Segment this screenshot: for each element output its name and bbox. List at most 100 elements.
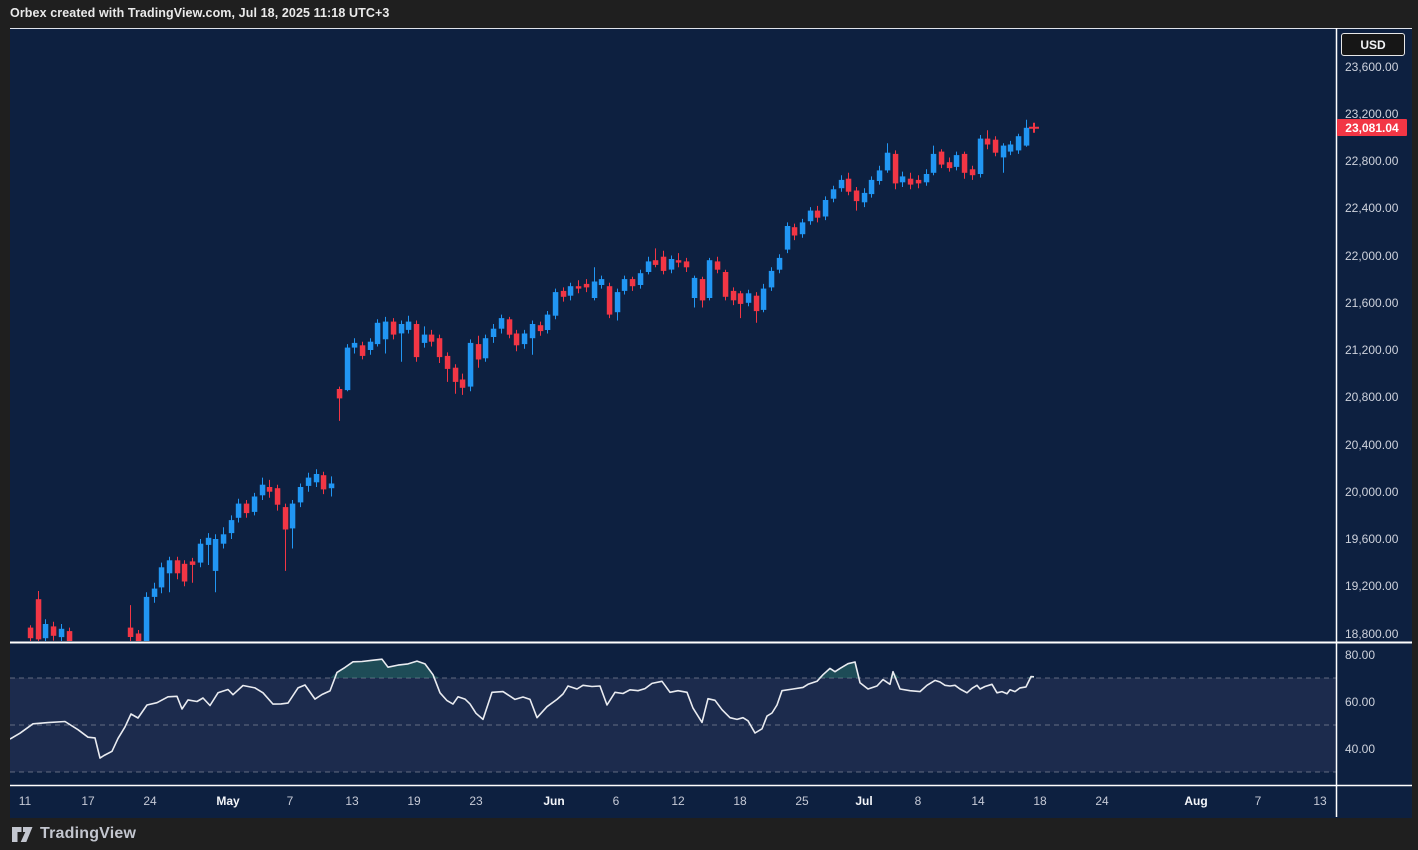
candle-body xyxy=(738,293,744,304)
candle-body xyxy=(545,315,551,330)
candle-body xyxy=(815,211,821,218)
candle-body xyxy=(514,334,520,346)
candle-body xyxy=(236,504,242,518)
candle-body xyxy=(360,345,366,356)
candle-body xyxy=(947,162,953,168)
candle-body xyxy=(599,279,605,285)
candle-body xyxy=(252,497,257,512)
candle-body xyxy=(761,289,767,310)
time-tick-label: 25 xyxy=(795,794,808,808)
candle-body xyxy=(275,488,281,505)
candle-body xyxy=(700,279,706,300)
candle-body xyxy=(244,504,250,513)
time-tick-label: 13 xyxy=(1313,794,1326,808)
candle-body xyxy=(406,322,412,330)
candle-body xyxy=(785,226,791,250)
candle-body xyxy=(213,539,219,571)
rsi-tick-label: 40.00 xyxy=(1345,742,1375,756)
candle-body xyxy=(298,487,304,502)
candle-body xyxy=(159,567,165,587)
last-price-marker xyxy=(1029,123,1039,133)
price-tick-label: 23,600.00 xyxy=(1345,60,1398,74)
candle-body xyxy=(754,296,760,311)
candle-body xyxy=(568,286,574,296)
time-tick-label: May xyxy=(216,794,239,808)
candle-body xyxy=(808,211,814,222)
candle-body xyxy=(715,261,721,269)
candle-body xyxy=(962,154,968,173)
candle-body xyxy=(383,322,389,340)
candle-body xyxy=(584,284,590,288)
last-price-badge: 23,081.04 xyxy=(1337,119,1407,136)
candle-body xyxy=(491,329,497,337)
candle-body xyxy=(939,152,945,165)
time-tick-label: 17 xyxy=(81,794,94,808)
candle-body xyxy=(182,564,188,582)
bottom-bar: TradingView xyxy=(0,818,1418,850)
price-tick-label: 21,600.00 xyxy=(1345,296,1398,310)
candle-body xyxy=(28,628,34,639)
candle-body xyxy=(267,487,273,492)
candle-body xyxy=(414,324,420,357)
time-tick-label: Jul xyxy=(855,794,872,808)
candle-body xyxy=(862,193,868,202)
time-tick-label: Jun xyxy=(543,794,564,808)
candle-body xyxy=(352,343,358,348)
candle-body xyxy=(630,279,636,286)
candle-body xyxy=(1008,145,1014,152)
time-tick-label: 18 xyxy=(1033,794,1046,808)
candle-body xyxy=(854,191,860,202)
candlestick-chart[interactable] xyxy=(0,0,1418,850)
candle-body xyxy=(707,260,713,298)
candle-body xyxy=(978,139,984,174)
price-tick-label: 22,800.00 xyxy=(1345,154,1398,168)
candle-body xyxy=(167,560,173,573)
candle-body xyxy=(553,292,559,316)
price-tick-label: 19,200.00 xyxy=(1345,579,1398,593)
candle-body xyxy=(175,560,181,573)
candle-body xyxy=(900,176,906,182)
candle-body xyxy=(522,334,528,345)
candle-body xyxy=(499,318,505,329)
candle-body xyxy=(260,485,266,496)
price-pane[interactable] xyxy=(28,120,1039,717)
candle-body xyxy=(368,342,374,350)
candle-body xyxy=(190,561,196,565)
price-tick-label: 19,600.00 xyxy=(1345,532,1398,546)
candle-body xyxy=(329,484,335,489)
price-tick-label: 21,200.00 xyxy=(1345,343,1398,357)
candle-body xyxy=(924,174,930,182)
price-tick-label: 20,400.00 xyxy=(1345,438,1398,452)
candle-body xyxy=(993,140,999,153)
candle-body xyxy=(615,292,621,312)
candle-body xyxy=(229,520,235,533)
rsi-tick-label: 60.00 xyxy=(1345,695,1375,709)
candle-body xyxy=(422,335,428,343)
tradingview-chart-window: Orbex created with TradingView.com, Jul … xyxy=(0,0,1418,850)
time-tick-label: 14 xyxy=(971,794,984,808)
rsi-overbought-fill xyxy=(10,659,1034,678)
rsi-tick-label: 80.00 xyxy=(1345,648,1375,662)
currency-button[interactable]: USD xyxy=(1341,33,1405,56)
candle-body xyxy=(839,180,845,188)
time-tick-label: 6 xyxy=(613,794,620,808)
rsi-pane[interactable] xyxy=(10,659,1336,772)
candle-body xyxy=(653,260,659,265)
candle-body xyxy=(206,538,212,545)
candle-body xyxy=(152,589,158,597)
candle-body xyxy=(908,179,914,185)
candle-body xyxy=(321,475,327,489)
candle-body xyxy=(1001,146,1007,158)
candle-body xyxy=(885,153,891,171)
candle-body xyxy=(769,271,775,288)
price-tick-label: 18,800.00 xyxy=(1345,627,1398,641)
candle-body xyxy=(1024,128,1030,146)
candle-body xyxy=(468,343,474,387)
time-tick-label: 12 xyxy=(671,794,684,808)
candle-body xyxy=(221,534,227,543)
candle-body xyxy=(399,324,405,333)
candle-body xyxy=(561,291,567,297)
tradingview-logo[interactable]: TradingView xyxy=(12,825,136,843)
candle-body xyxy=(283,507,289,529)
candle-body xyxy=(121,651,127,666)
